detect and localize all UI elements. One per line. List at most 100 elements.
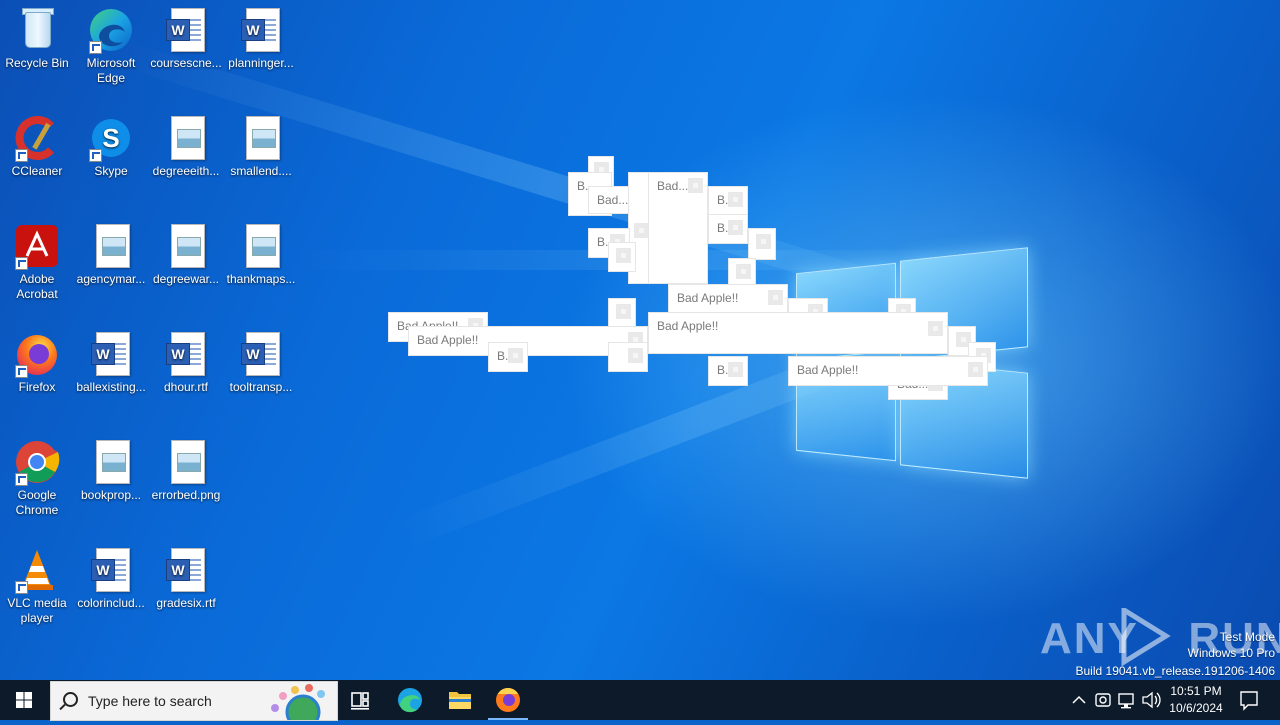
- desktop-icon-smallend[interactable]: smallend....: [224, 114, 298, 179]
- desktop-icon-degreewar[interactable]: degreewar...: [149, 222, 223, 287]
- popup-title: Bad...: [597, 193, 629, 207]
- task-view-button[interactable]: [336, 680, 384, 720]
- desktop-icon-degreeeith[interactable]: degreeeith...: [149, 114, 223, 179]
- action-center-button[interactable]: [1234, 680, 1264, 720]
- close-icon[interactable]: [508, 348, 523, 363]
- taskbar-search-box[interactable]: Type here to search: [50, 681, 338, 721]
- icon-label: smallend....: [230, 164, 292, 178]
- popup-title: B.: [597, 235, 609, 249]
- word-document-icon: W: [162, 6, 210, 54]
- taskbar-file-explorer-button[interactable]: [436, 680, 484, 720]
- desktop-icon-gradesix[interactable]: W gradesix.rtf: [149, 546, 223, 611]
- desktop-icon-ccleaner[interactable]: CCleaner: [0, 114, 74, 179]
- speaker-icon: [1142, 691, 1161, 709]
- popup-title: B.: [717, 221, 729, 235]
- desktop-icon-dhour[interactable]: W dhour.rtf: [149, 330, 223, 395]
- desktop-icon-vlc[interactable]: VLC media player: [0, 546, 74, 626]
- desktop-icon-colorinclud[interactable]: W colorinclud...: [74, 546, 148, 611]
- desktop-icon-firefox[interactable]: Firefox: [0, 330, 74, 395]
- popup-window[interactable]: [608, 342, 648, 372]
- icon-label: CCleaner: [11, 164, 63, 178]
- desktop-icon-bookprop[interactable]: bookprop...: [74, 438, 148, 503]
- desktop-icon-recycle-bin[interactable]: Recycle Bin: [0, 6, 74, 71]
- close-icon[interactable]: [628, 348, 643, 363]
- tray-network-button[interactable]: [1116, 680, 1138, 720]
- popup-window[interactable]: [608, 242, 636, 272]
- popup-title: Bad Apple!!: [417, 333, 479, 347]
- image-file-icon: [162, 114, 210, 162]
- popup-title: Bad Apple!!: [797, 363, 859, 377]
- icon-label: Microsoft Edge: [86, 56, 136, 85]
- close-icon[interactable]: [634, 223, 649, 238]
- close-icon[interactable]: [728, 192, 743, 207]
- popup-title: B.: [717, 193, 729, 207]
- show-hidden-icons-button[interactable]: [1068, 680, 1090, 720]
- image-file-icon: [237, 222, 285, 270]
- close-icon[interactable]: [768, 290, 783, 305]
- desktop-icon-planninger[interactable]: W planninger...: [224, 6, 298, 71]
- popup-window[interactable]: Bad Apple!!: [668, 284, 788, 314]
- close-icon[interactable]: [616, 304, 631, 319]
- acrobat-icon: [13, 222, 61, 270]
- icon-label: errorbed.png: [151, 488, 221, 502]
- taskbar-edge-button[interactable]: [386, 680, 434, 720]
- icon-label: dhour.rtf: [163, 380, 209, 394]
- camera-icon: [1095, 693, 1111, 707]
- search-icon: [63, 692, 78, 707]
- icon-label: tooltransp...: [229, 380, 293, 394]
- word-document-icon: W: [87, 330, 135, 378]
- popup-window[interactable]: Bad Apple!!: [788, 356, 988, 386]
- desktop-icon-tooltransp[interactable]: W tooltransp...: [224, 330, 298, 395]
- desktop-icon-ballexisting[interactable]: W ballexisting...: [74, 330, 148, 395]
- popup-window[interactable]: [608, 298, 636, 328]
- popup-title: Bad Apple!!: [677, 291, 739, 305]
- popup-window[interactable]: B.: [488, 342, 528, 372]
- desktop-icon-agencymar[interactable]: agencymar...: [74, 222, 148, 287]
- close-icon[interactable]: [616, 248, 631, 263]
- desktop-icon-coursescne[interactable]: W coursescne...: [149, 6, 223, 71]
- close-icon[interactable]: [756, 234, 771, 249]
- edge-icon: [398, 688, 422, 713]
- icon-label: ballexisting...: [76, 380, 146, 394]
- desktop-icon-microsoft-edge[interactable]: Microsoft Edge: [74, 6, 148, 86]
- folder-icon: [449, 692, 471, 709]
- close-icon[interactable]: [728, 362, 743, 377]
- desktop-icon-errorbed[interactable]: errorbed.png: [149, 438, 223, 503]
- taskbar: Type here to search 10:51 PM 10/6/2024: [0, 680, 1280, 721]
- popup-window[interactable]: [748, 228, 776, 260]
- clock-time: 10:51 PM: [1170, 684, 1222, 698]
- icon-label: degreewar...: [152, 272, 220, 286]
- icon-label: Adobe Acrobat: [16, 272, 58, 301]
- popup-window[interactable]: B.: [708, 186, 748, 216]
- close-icon[interactable]: [928, 321, 943, 336]
- tray-volume-button[interactable]: [1140, 680, 1162, 720]
- start-button[interactable]: [0, 680, 48, 720]
- icon-label: agencymar...: [76, 272, 146, 286]
- image-file-icon: [87, 222, 135, 270]
- icon-label: Google Chrome: [15, 488, 59, 517]
- firefox-icon: [496, 688, 520, 712]
- tray-meet-button[interactable]: [1092, 680, 1114, 720]
- desktop: Recycle Bin Microsoft Edge W coursescne.…: [0, 0, 1280, 680]
- desktop-icon-skype[interactable]: S Skype: [74, 114, 148, 179]
- notification-icon: [1240, 691, 1258, 711]
- popup-window[interactable]: B.: [708, 214, 748, 244]
- icon-label: degreeeith...: [152, 164, 220, 178]
- close-icon[interactable]: [736, 264, 751, 279]
- popup-title: B.: [717, 363, 729, 377]
- taskbar-firefox-button[interactable]: [484, 680, 532, 720]
- windows-edition-text: Windows 10 Pro: [1187, 646, 1275, 660]
- desktop-icon-google-chrome[interactable]: Google Chrome: [0, 438, 74, 518]
- clock[interactable]: 10:51 PM 10/6/2024: [1164, 680, 1228, 720]
- icon-label: gradesix.rtf: [156, 596, 216, 610]
- close-icon[interactable]: [688, 178, 703, 193]
- close-icon[interactable]: [968, 362, 983, 377]
- search-highlight-globe-icon: [271, 684, 325, 720]
- popup-window[interactable]: Bad...: [648, 172, 708, 284]
- popup-window[interactable]: Bad Apple!!: [648, 312, 948, 354]
- desktop-icon-adobe-acrobat[interactable]: Adobe Acrobat: [0, 222, 74, 302]
- icon-label: VLC media player: [7, 596, 67, 625]
- desktop-icon-thankmaps[interactable]: thankmaps...: [224, 222, 298, 287]
- close-icon[interactable]: [728, 220, 743, 235]
- popup-window[interactable]: B.: [708, 356, 748, 386]
